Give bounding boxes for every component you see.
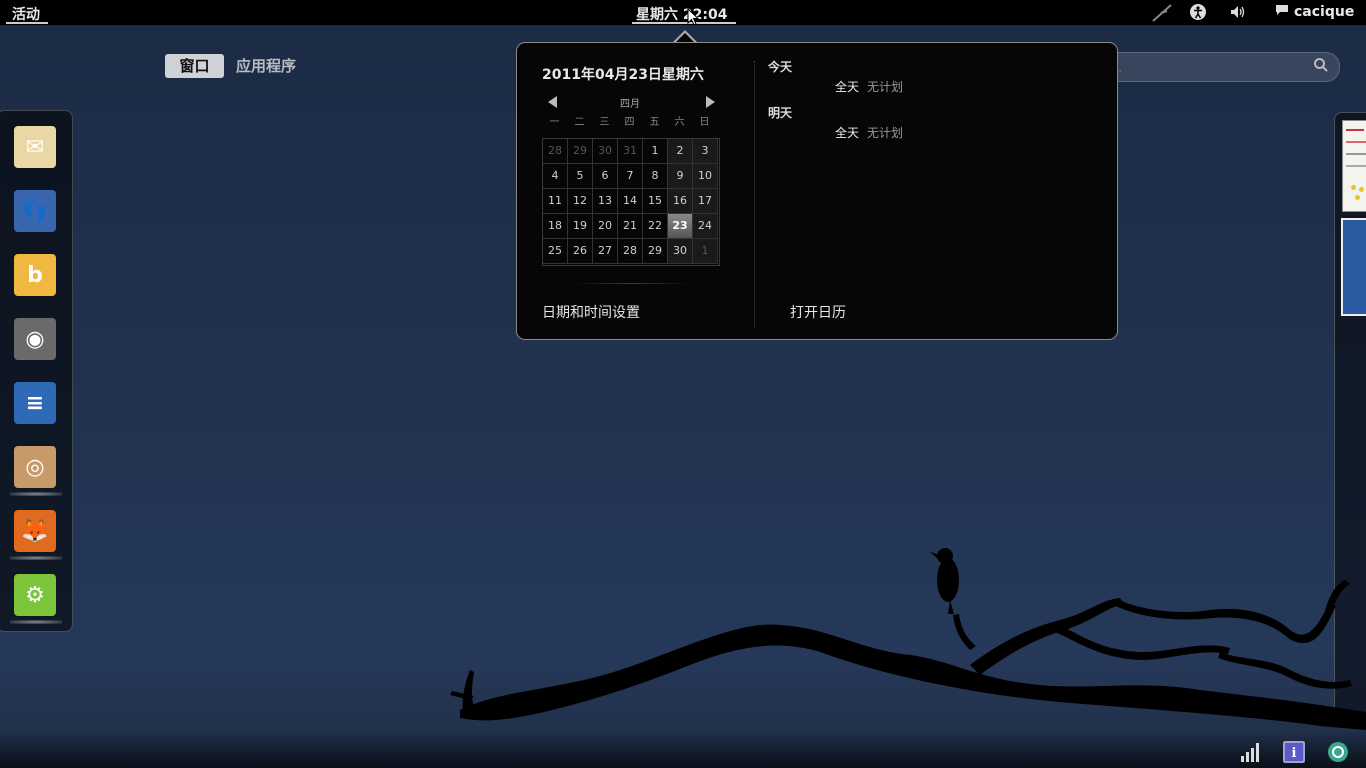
thumbnail-decoration	[1351, 185, 1356, 190]
weekday-label: 五	[649, 117, 660, 128]
calendar-day[interactable]: 27	[593, 239, 618, 264]
clock-indicator	[632, 22, 736, 24]
calendar-date-title: 2011年04月23日星期六	[542, 67, 704, 83]
calendar-day[interactable]: 30	[668, 239, 693, 264]
events-today-text: 无计划	[867, 80, 904, 94]
wallpaper-branch	[450, 548, 1366, 730]
calendar-popup: 2011年04月23日星期六 四月 一二三四五六日 28 29 30 31 1 2 3 4 5 6…	[516, 42, 1118, 340]
calendar-day[interactable]: 19	[568, 214, 593, 239]
clock-button[interactable]: 星期六 22:04	[636, 4, 727, 24]
next-month-icon[interactable]	[705, 96, 715, 111]
calendar-day[interactable]: 8	[643, 164, 668, 189]
thumbnail-decoration	[1359, 187, 1364, 192]
weekday-label: 六	[674, 117, 685, 128]
calendar-day[interactable]: 29	[568, 139, 593, 164]
search-icon	[1313, 57, 1329, 77]
workspace-2-thumbnail[interactable]	[1341, 218, 1366, 316]
events-tomorrow-allday: 全天	[835, 126, 860, 140]
calendar-day[interactable]: 23	[668, 214, 693, 239]
weekday-label: 四	[624, 117, 635, 128]
libreoffice-writer-icon[interactable]: ≡	[14, 382, 56, 424]
weekday-label: 三	[599, 117, 610, 128]
events-tomorrow-text: 无计划	[867, 126, 904, 140]
banshee-icon[interactable]: b	[14, 254, 56, 296]
nautilus-icon[interactable]: ◎	[14, 446, 56, 488]
calendar-day[interactable]: 9	[668, 164, 693, 189]
calendar-day[interactable]: 28	[543, 139, 568, 164]
calendar-day[interactable]: 1	[643, 139, 668, 164]
calendar-day[interactable]: 16	[668, 189, 693, 214]
calendar-day[interactable]: 22	[643, 214, 668, 239]
calendar-day[interactable]: 26	[568, 239, 593, 264]
calendar-day[interactable]: 13	[593, 189, 618, 214]
user-menu[interactable]: cacique	[1294, 4, 1354, 20]
calendar-month-label: 四月	[620, 99, 640, 110]
dash	[0, 110, 73, 632]
calendar-day[interactable]: 29	[643, 239, 668, 264]
calendar-day[interactable]: 20	[593, 214, 618, 239]
events-today-heading: 今天	[768, 60, 793, 74]
calendar-day[interactable]: 4	[543, 164, 568, 189]
calendar-day[interactable]: 14	[618, 189, 643, 214]
info-icon[interactable]: i	[1283, 741, 1305, 763]
signal-icon[interactable]	[1240, 741, 1262, 763]
accessibility-icon[interactable]	[1189, 3, 1207, 25]
ubuntu-software-icon[interactable]: ⚙	[14, 574, 56, 616]
running-indicator	[10, 620, 62, 624]
weekday-label: 一	[549, 117, 560, 128]
tab-windows[interactable]: 窗口	[165, 54, 224, 78]
calendar-day[interactable]: 31	[618, 139, 643, 164]
calendar-day[interactable]: 7	[618, 164, 643, 189]
top-panel: 活动 星期六 22:04 cacique	[0, 0, 1366, 25]
datetime-settings-button[interactable]: 日期和时间设置	[542, 302, 640, 322]
calendar-day[interactable]: 15	[643, 189, 668, 214]
events-tomorrow-heading: 明天	[768, 106, 793, 120]
calendar-day[interactable]: 6	[593, 164, 618, 189]
svg-text:i: i	[1292, 746, 1297, 761]
calendar-grid: 28 29 30 31 1 2 3 4 5 6 7 8 9 10 11 12 13 14 15 16 17 18 19 20 2…	[542, 138, 720, 266]
calendar-day[interactable]: 3	[693, 139, 718, 164]
calendar-day[interactable]: 28	[618, 239, 643, 264]
calendar-day[interactable]: 30	[593, 139, 618, 164]
activities-button[interactable]: 活动	[12, 4, 40, 24]
calendar-day[interactable]: 21	[618, 214, 643, 239]
previous-month-icon[interactable]	[548, 96, 558, 111]
workspace-1-thumbnail[interactable]	[1342, 120, 1366, 212]
thumbnail-decoration	[1346, 141, 1366, 143]
update-icon[interactable]	[1327, 741, 1349, 763]
activities-indicator	[6, 22, 48, 24]
divider	[572, 283, 692, 284]
cheese-icon[interactable]: ◉	[14, 318, 56, 360]
calendar-day[interactable]: 2	[668, 139, 693, 164]
mouse-cursor	[687, 8, 699, 26]
calendar-day[interactable]: 17	[693, 189, 718, 214]
firefox-icon[interactable]: 🦊	[14, 510, 56, 552]
open-calendar-button[interactable]: 打开日历	[790, 302, 846, 322]
thumbnail-decoration	[1346, 153, 1366, 155]
network-icon[interactable]	[1151, 3, 1173, 27]
tab-applications[interactable]: 应用程序	[236, 55, 296, 76]
empathy-icon[interactable]: 👣	[14, 190, 56, 232]
running-indicator	[10, 556, 62, 560]
calendar-day[interactable]: 25	[543, 239, 568, 264]
calendar-day[interactable]: 12	[568, 189, 593, 214]
chat-icon[interactable]	[1275, 3, 1289, 21]
thumbnail-decoration	[1355, 195, 1360, 200]
calendar-day[interactable]: 5	[568, 164, 593, 189]
weekday-label: 日	[699, 117, 710, 128]
calendar-day[interactable]: 18	[543, 214, 568, 239]
divider	[754, 61, 755, 327]
events-today-allday: 全天	[835, 80, 860, 94]
calendar-day[interactable]: 10	[693, 164, 718, 189]
calendar-day[interactable]: 24	[693, 214, 718, 239]
calendar-day[interactable]: 11	[543, 189, 568, 214]
volume-icon[interactable]	[1229, 3, 1247, 25]
thumbnail-decoration	[1346, 165, 1366, 167]
mail-icon[interactable]: ✉	[14, 126, 56, 168]
message-tray	[0, 730, 1366, 768]
weekday-label: 二	[574, 117, 585, 128]
calendar-day[interactable]: 1	[693, 239, 718, 264]
thumbnail-decoration	[1346, 129, 1364, 131]
running-indicator	[10, 492, 62, 496]
